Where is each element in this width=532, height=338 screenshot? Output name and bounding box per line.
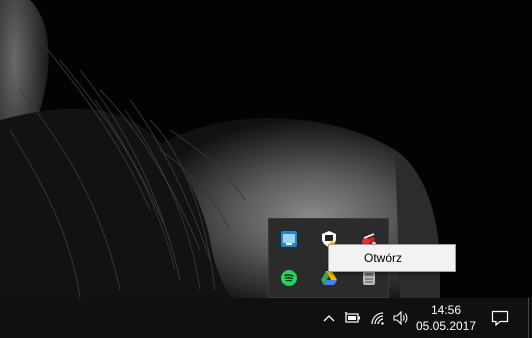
clock-date: 05.05.2017 <box>415 319 477 333</box>
volume-icon[interactable] <box>390 298 412 338</box>
intel-graphics-icon[interactable] <box>277 227 301 251</box>
taskbar: 14:56 05.05.2017 <box>0 298 532 338</box>
spotify-icon[interactable] <box>277 266 301 290</box>
battery-icon[interactable] <box>342 298 364 338</box>
show-desktop-button[interactable] <box>528 298 532 338</box>
taskbar-clock[interactable]: 14:56 05.05.2017 <box>412 298 480 338</box>
menu-item-open[interactable]: Otwórz <box>330 246 454 270</box>
action-center-icon[interactable] <box>486 298 514 338</box>
wifi-icon[interactable] <box>367 298 389 338</box>
clock-time: 14:56 <box>430 303 462 317</box>
chevron-up-icon[interactable] <box>318 298 340 338</box>
context-menu: Otwórz <box>328 244 456 272</box>
